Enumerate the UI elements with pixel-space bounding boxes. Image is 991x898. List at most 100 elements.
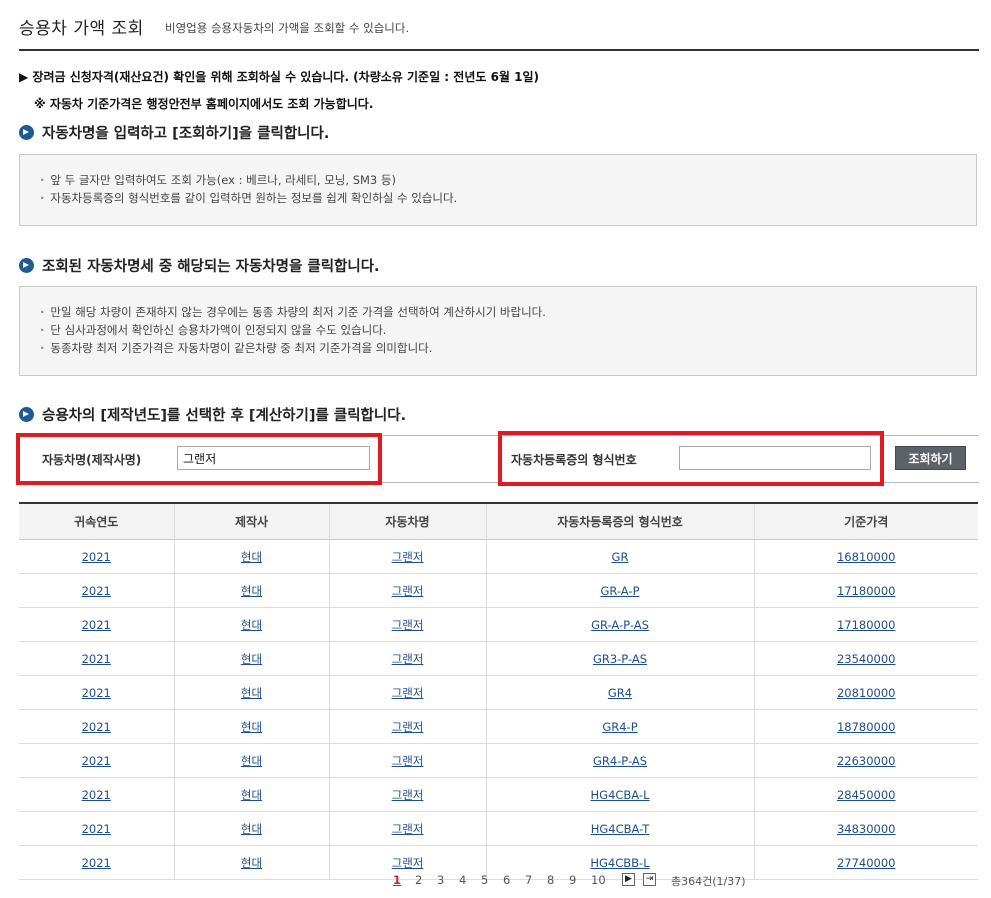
- maker-link[interactable]: 현대: [241, 550, 262, 564]
- table-cell: 그랜저: [328, 743, 486, 778]
- base-price-link[interactable]: 28450000: [837, 788, 896, 802]
- header-base-price: 기준가격: [753, 502, 978, 540]
- model-no-input[interactable]: [679, 446, 871, 470]
- table-cell: 16810000: [753, 539, 978, 574]
- car-name-link[interactable]: 그랜저: [392, 720, 424, 734]
- table-cell: HG4CBA-L: [485, 777, 754, 812]
- page-link-3[interactable]: 3: [437, 873, 444, 887]
- maker-link[interactable]: 현대: [241, 856, 262, 870]
- page-link-1[interactable]: 1: [393, 873, 401, 887]
- year-link[interactable]: 2021: [82, 788, 111, 802]
- eligibility-notice: ▶ 장려금 신청자격(재산요건) 확인을 위해 조회하실 수 있습니다. (차량…: [19, 70, 540, 84]
- year-link[interactable]: 2021: [82, 686, 111, 700]
- base-price-link[interactable]: 17180000: [837, 584, 896, 598]
- model-no-label: 자동차등록증의 형식번호: [511, 453, 637, 467]
- table-cell: 그랜저: [328, 709, 486, 744]
- year-link[interactable]: 2021: [82, 652, 111, 666]
- page-link-5[interactable]: 5: [481, 873, 488, 887]
- arrow-circle-icon: [19, 258, 34, 273]
- year-link[interactable]: 2021: [82, 584, 111, 598]
- page-link-4[interactable]: 4: [459, 873, 466, 887]
- maker-link[interactable]: 현대: [241, 720, 262, 734]
- table-cell: 2021: [19, 811, 174, 846]
- year-link[interactable]: 2021: [82, 720, 111, 734]
- base-price-link[interactable]: 27740000: [837, 856, 896, 870]
- table-cell: 2021: [19, 743, 174, 778]
- model-no-link[interactable]: HG4CBA-L: [591, 788, 650, 802]
- step1-heading-text: 자동차명을 입력하고 [조회하기]을 클릭합니다.: [42, 126, 330, 142]
- table-row: 2021 현대 그랜저 GR4-P 18780000: [19, 709, 978, 744]
- table-row: 2021 현대 그랜저 GR3-P-AS 23540000: [19, 641, 978, 676]
- page-header: 승용차 가액 조회 비영업용 승용자동차의 가액을 조회할 수 있습니다.: [19, 14, 979, 51]
- car-name-link[interactable]: 그랜저: [392, 618, 424, 632]
- table-cell: 그랜저: [328, 777, 486, 812]
- year-link[interactable]: 2021: [82, 856, 111, 870]
- model-no-link[interactable]: GR4: [608, 686, 632, 700]
- year-link[interactable]: 2021: [82, 754, 111, 768]
- base-price-link[interactable]: 22630000: [837, 754, 896, 768]
- table-cell: 17180000: [753, 607, 978, 642]
- base-price-link[interactable]: 34830000: [837, 822, 896, 836]
- base-price-link[interactable]: 23540000: [837, 652, 896, 666]
- model-no-link[interactable]: GR: [612, 550, 629, 564]
- step2-info-box: 만일 해당 차량이 존재하지 않는 경우에는 동종 차량의 최저 기준 가격을 …: [19, 286, 977, 376]
- table-cell: GR-A-P: [485, 573, 754, 608]
- maker-link[interactable]: 현대: [241, 584, 262, 598]
- table-row: 2021 현대 그랜저 GR 16810000: [19, 539, 978, 574]
- base-price-link[interactable]: 18780000: [837, 720, 896, 734]
- maker-link[interactable]: 현대: [241, 652, 262, 666]
- table-cell: 그랜저: [328, 811, 486, 846]
- maker-link[interactable]: 현대: [241, 754, 262, 768]
- year-link[interactable]: 2021: [82, 550, 111, 564]
- last-page-icon[interactable]: ⇥: [643, 873, 656, 886]
- table-cell: GR4-P: [485, 709, 754, 744]
- header-year: 귀속연도: [19, 502, 174, 540]
- page-link-6[interactable]: 6: [503, 873, 510, 887]
- page-link-9[interactable]: 9: [569, 873, 576, 887]
- model-no-link[interactable]: GR-A-P: [600, 584, 639, 598]
- base-price-link[interactable]: 20810000: [837, 686, 896, 700]
- maker-link[interactable]: 현대: [241, 788, 262, 802]
- page-link-7[interactable]: 7: [525, 873, 532, 887]
- table-cell: 그랜저: [328, 675, 486, 710]
- car-name-input[interactable]: [177, 446, 370, 470]
- base-price-link[interactable]: 17180000: [837, 618, 896, 632]
- model-no-link[interactable]: HG4CBA-T: [591, 822, 650, 836]
- page-link-8[interactable]: 8: [547, 873, 554, 887]
- car-name-link[interactable]: 그랜저: [392, 686, 424, 700]
- search-button[interactable]: 조회하기: [895, 446, 966, 470]
- table-row: 2021 현대 그랜저 GR4 20810000: [19, 675, 978, 710]
- model-no-link[interactable]: GR-A-P-AS: [591, 618, 649, 632]
- table-cell: 현대: [173, 539, 329, 574]
- model-no-link[interactable]: GR3-P-AS: [593, 652, 647, 666]
- car-name-link[interactable]: 그랜저: [392, 822, 424, 836]
- car-name-link[interactable]: 그랜저: [392, 652, 424, 666]
- maker-link[interactable]: 현대: [241, 822, 262, 836]
- year-link[interactable]: 2021: [82, 822, 111, 836]
- results-table: 귀속연도 제작사 자동차명 자동차등록증의 형식번호 기준가격 2021 현대 그랜…: [19, 502, 978, 880]
- table-cell: HG4CBA-T: [485, 811, 754, 846]
- table-cell: 20810000: [753, 675, 978, 710]
- maker-link[interactable]: 현대: [241, 618, 262, 632]
- table-cell: 18780000: [753, 709, 978, 744]
- car-name-link[interactable]: 그랜저: [392, 856, 424, 870]
- model-no-link[interactable]: HG4CBB-L: [590, 856, 649, 870]
- table-cell: GR4: [485, 675, 754, 710]
- next-page-icon[interactable]: ▶: [622, 873, 635, 886]
- car-name-link[interactable]: 그랜저: [392, 788, 424, 802]
- model-no-link[interactable]: GR4-P-AS: [593, 754, 647, 768]
- table-cell: 2021: [19, 709, 174, 744]
- maker-link[interactable]: 현대: [241, 686, 262, 700]
- car-name-link[interactable]: 그랜저: [392, 754, 424, 768]
- car-name-label: 자동차명(제작사명): [42, 453, 142, 467]
- car-name-link[interactable]: 그랜저: [392, 584, 424, 598]
- car-name-link[interactable]: 그랜저: [392, 550, 424, 564]
- table-cell: 그랜저: [328, 607, 486, 642]
- model-no-link[interactable]: GR4-P: [602, 720, 637, 734]
- page-link-10[interactable]: 10: [591, 873, 606, 887]
- year-link[interactable]: 2021: [82, 618, 111, 632]
- base-price-link[interactable]: 16810000: [837, 550, 896, 564]
- table-cell: GR: [485, 539, 754, 574]
- header-maker: 제작사: [173, 502, 329, 540]
- page-link-2[interactable]: 2: [415, 873, 422, 887]
